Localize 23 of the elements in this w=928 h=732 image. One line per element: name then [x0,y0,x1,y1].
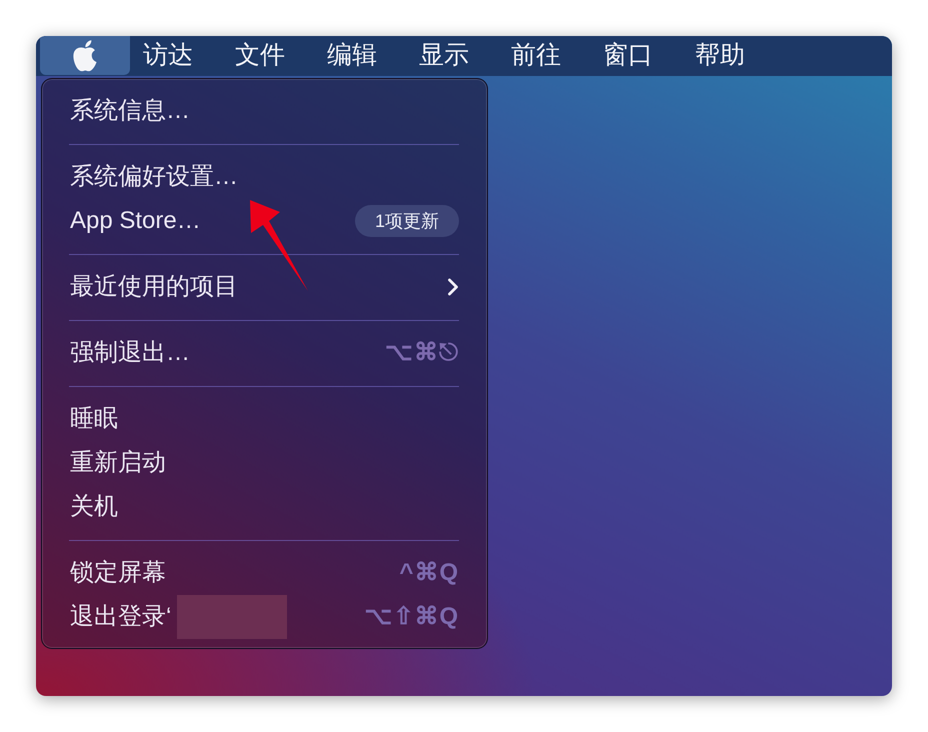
submenu-item[interactable]: 最近使用的项目 [42,265,487,309]
apple-icon [71,40,99,72]
menu-bar-item[interactable]: 前往 [490,36,582,75]
menu-item[interactable]: 系统信息… [42,89,487,133]
menu-item[interactable]: 退出登录‘ ⌥⇧⌘Q [42,595,487,639]
menu-item[interactable]: 锁定屏幕 ^⌘Q [42,551,487,595]
menu-bar-item[interactable]: 帮助 [674,36,766,75]
menu-item[interactable]: 强制退出… ⌥⌘⎋ [42,331,487,375]
chevron-icon [447,278,459,296]
menu-item[interactable]: 重新启动 [42,441,487,485]
update-badge: 1项更新 [354,205,459,237]
menu-bar-item[interactable]: 访达 [122,36,214,75]
menu-bar-item[interactable]: 文件 [214,36,306,75]
menu-item[interactable]: 系统偏好设置… [42,155,487,199]
keyboard-shortcut: ⌥⇧⌘Q [364,602,459,632]
menu-item[interactable]: 睡眠 [42,397,487,441]
apple-menu-button[interactable] [40,36,130,75]
menu-item[interactable]: 关机 [42,485,487,529]
menu-bar-item[interactable]: 显示 [398,36,490,75]
keyboard-shortcut: ⌥⌘⎋ [385,338,459,368]
menu-bar-item[interactable]: 窗口 [582,36,674,75]
menu-bar-item[interactable]: 编辑 [306,36,398,75]
keyboard-shortcut: ^⌘Q [399,558,459,588]
